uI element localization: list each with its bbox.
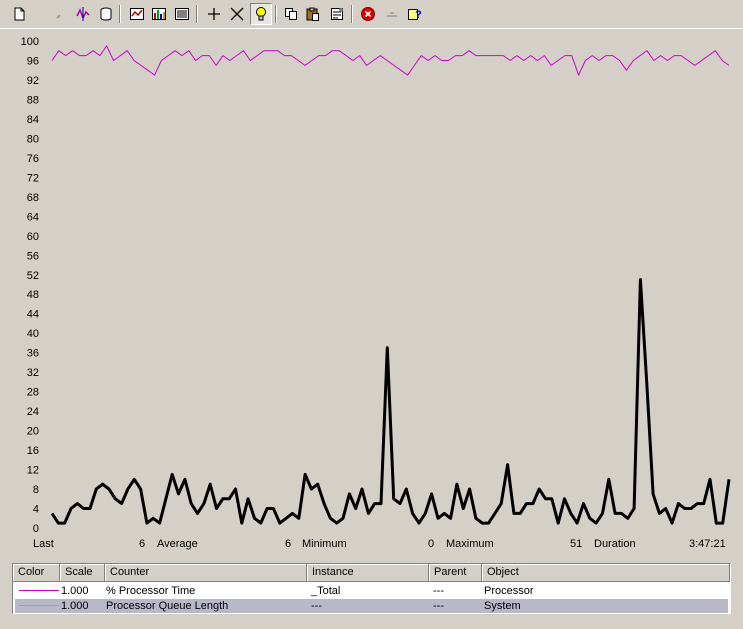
- y-axis-tick-label: 20: [27, 426, 39, 438]
- series-line-queue-length: [50, 278, 731, 525]
- row-parent: ---: [433, 600, 444, 612]
- y-axis-tick-label: 16: [27, 445, 39, 457]
- add-counter-button[interactable]: [203, 3, 225, 25]
- view-log-data-button[interactable]: [95, 3, 117, 25]
- legend-header: Color Scale Counter Instance Parent Obje…: [13, 564, 730, 582]
- y-axis-tick-label: 92: [27, 75, 39, 87]
- minimum-label: Minimum: [302, 538, 347, 550]
- duration-value: 3:47:21: [689, 538, 726, 550]
- maximum-value: 51: [570, 538, 583, 550]
- update-data-icon: [387, 12, 397, 17]
- highlight-icon: [256, 7, 266, 21]
- view-report-button[interactable]: [171, 3, 193, 25]
- y-axis-tick-label: 88: [27, 94, 39, 106]
- y-axis-tick-label: 84: [27, 114, 39, 126]
- y-axis-tick-label: 56: [27, 250, 39, 262]
- y-axis-tick-label: 44: [27, 309, 39, 321]
- y-axis-tick-label: 24: [27, 406, 39, 418]
- column-header-counter[interactable]: Counter: [105, 564, 307, 582]
- new-counter-set-icon: [14, 7, 25, 21]
- row-parent: ---: [433, 585, 444, 597]
- highlight-button[interactable]: [250, 3, 272, 25]
- row-counter: % Processor Time: [106, 585, 196, 597]
- y-axis-tick-label: 4: [33, 504, 39, 516]
- column-header-scale[interactable]: Scale: [60, 564, 105, 582]
- graph-area: 100 96 92 88 84 80 76 72 68 64 60 56 52 48 44 40 36 32 28 2…: [10, 28, 733, 558]
- view-current-activity-icon: [76, 7, 90, 21]
- paste-counter-list-button[interactable]: [302, 3, 324, 25]
- help-button[interactable]: ?: [403, 3, 425, 25]
- y-axis-tick-label: 96: [27, 55, 39, 67]
- series-color-swatch: [19, 605, 59, 606]
- y-axis-tick-label: 52: [27, 270, 39, 282]
- freeze-display-button[interactable]: [357, 3, 379, 25]
- row-instance: ---: [311, 600, 322, 612]
- stats-bar: Last 6 Average 6 Minimum 0 Maximum 51 Du…: [0, 538, 743, 554]
- view-graph-icon: [130, 8, 144, 20]
- freeze-display-icon: [361, 7, 375, 21]
- clear-display-icon: [56, 14, 61, 19]
- view-histogram-icon: [152, 8, 166, 20]
- column-header-instance[interactable]: Instance: [307, 564, 429, 582]
- view-log-data-icon: [100, 7, 112, 21]
- add-counter-icon: [208, 8, 220, 20]
- copy-properties-button[interactable]: [280, 3, 302, 25]
- series-layer: [50, 45, 731, 525]
- y-axis-tick-label: 28: [27, 387, 39, 399]
- row-object: Processor: [484, 585, 534, 597]
- properties-icon: [331, 8, 343, 20]
- clear-display-button[interactable]: [44, 3, 66, 25]
- y-axis-tick-label: 32: [27, 367, 39, 379]
- duration-label: Duration: [594, 538, 636, 550]
- help-icon: ?: [408, 9, 422, 21]
- y-axis-tick-label: 80: [27, 133, 39, 145]
- row-object: System: [484, 600, 521, 612]
- y-axis-tick-label: 64: [27, 211, 39, 223]
- performance-graph: 1009692888480767268646056524844403632282…: [21, 36, 731, 535]
- view-histogram-button[interactable]: [148, 3, 170, 25]
- properties-button[interactable]: [326, 3, 348, 25]
- y-axis-tick-label: 68: [27, 192, 39, 204]
- y-axis-tick-label: 0: [33, 523, 39, 535]
- average-value: 6: [285, 538, 292, 550]
- last-label: Last: [33, 538, 54, 550]
- copy-properties-icon: [285, 8, 297, 20]
- column-header-color[interactable]: Color: [13, 564, 60, 582]
- svg-text:?: ?: [415, 9, 422, 21]
- column-header-parent[interactable]: Parent: [429, 564, 482, 582]
- y-axis-labels: 1009692888480767268646056524844403632282…: [21, 36, 39, 535]
- counter-legend: Color Scale Counter Instance Parent Obje…: [12, 563, 731, 614]
- y-axis-tick-label: 12: [27, 465, 39, 477]
- average-label: Average: [157, 538, 198, 550]
- row-counter: Processor Queue Length: [106, 600, 229, 612]
- y-axis-tick-label: 100: [21, 36, 39, 48]
- row-instance: _Total: [311, 585, 341, 597]
- toolbar: ?: [0, 0, 743, 29]
- view-current-activity-button[interactable]: [72, 3, 94, 25]
- maximum-label: Maximum: [446, 538, 494, 550]
- update-data-button[interactable]: [381, 3, 403, 25]
- y-axis-tick-label: 40: [27, 328, 39, 340]
- last-value: 6: [139, 538, 146, 550]
- delete-counter-button[interactable]: [226, 3, 248, 25]
- view-report-icon: [175, 8, 189, 20]
- row-scale: 1.000: [61, 585, 89, 597]
- y-axis-tick-label: 60: [27, 231, 39, 243]
- column-header-object[interactable]: Object: [482, 564, 730, 582]
- y-axis-tick-label: 48: [27, 289, 39, 301]
- y-axis-tick-label: 36: [27, 348, 39, 360]
- new-counter-set-button[interactable]: [8, 3, 30, 25]
- minimum-value: 0: [428, 538, 435, 550]
- view-graph-button[interactable]: [126, 3, 148, 25]
- y-axis-tick-label: 8: [33, 484, 39, 496]
- series-color-swatch: [19, 590, 59, 591]
- y-axis-tick-label: 72: [27, 172, 39, 184]
- legend-row-selected[interactable]: 1.000 Processor Queue Length --- --- Sys…: [15, 599, 728, 613]
- delete-counter-icon: [230, 7, 244, 21]
- y-axis-tick-label: 76: [27, 153, 39, 165]
- series-line-processor-time: [51, 45, 730, 76]
- paste-counter-list-icon: [306, 7, 319, 21]
- row-scale: 1.000: [61, 600, 89, 612]
- legend-row[interactable]: 1.000 % Processor Time _Total --- Proces…: [15, 584, 728, 598]
